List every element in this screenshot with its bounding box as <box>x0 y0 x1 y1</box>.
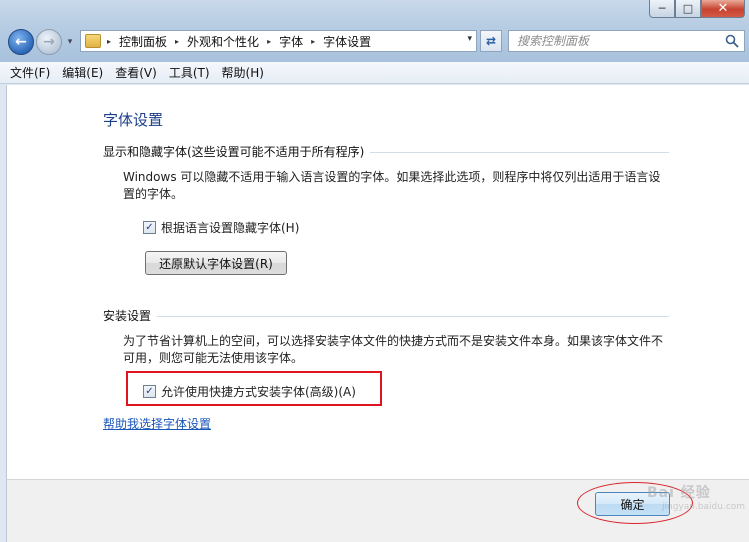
search-input[interactable] <box>517 34 717 48</box>
refresh-icon: ⇄ <box>485 34 497 48</box>
checkmark-icon: ✓ <box>145 221 154 233</box>
window-titlebar: ─ □ ✕ ← → ▾ ▸ 控制面板 ▸ 外观和个性化 ▸ 字体 ▸ 字体设置 … <box>0 0 749 62</box>
forward-button[interactable]: → <box>36 29 62 55</box>
menu-file[interactable]: 文件(F) <box>10 64 50 81</box>
section-heading-show-hide: 显示和隐藏字体(这些设置可能不适用于所有程序) <box>103 143 669 160</box>
section-description-show-hide: Windows 可以隐藏不适用于输入语言设置的字体。如果选择此选项，则程序中将仅… <box>123 170 661 201</box>
address-dropdown-icon[interactable]: ▾ <box>467 34 472 44</box>
help-choose-font-settings-link[interactable]: 帮助我选择字体设置 <box>103 415 211 432</box>
hide-fonts-label: 根据语言设置隐藏字体(H) <box>161 221 300 235</box>
section-divider <box>157 316 669 317</box>
hide-fonts-checkbox-row[interactable]: ✓ 根据语言设置隐藏字体(H) <box>143 219 299 236</box>
watermark-logo: Bai 经验 <box>647 485 711 501</box>
checkmark-icon: ✓ <box>145 385 154 397</box>
chevron-down-icon: ▾ <box>67 37 73 47</box>
search-box[interactable] <box>508 30 745 52</box>
shortcut-install-label: 允许使用快捷方式安装字体(高级)(A) <box>161 385 356 399</box>
breadcrumb-font-settings[interactable]: 字体设置 <box>323 33 371 50</box>
restore-default-fonts-button[interactable]: 还原默认字体设置(R) <box>145 251 287 275</box>
search-icon[interactable] <box>725 34 739 48</box>
control-panel-folder-icon <box>85 34 101 48</box>
menu-tools[interactable]: 工具(T) <box>169 64 210 81</box>
dialog-footer: 确定 Bai 经验 jingyan.baidu.com <box>6 479 749 542</box>
section-heading-install: 安装设置 <box>103 307 669 324</box>
shortcut-install-checkbox[interactable]: ✓ <box>143 385 156 398</box>
menu-help[interactable]: 帮助(H) <box>222 64 264 81</box>
arrow-right-icon: → <box>43 34 55 50</box>
close-button[interactable]: ✕ <box>701 0 745 18</box>
menu-edit[interactable]: 编辑(E) <box>62 64 103 81</box>
breadcrumb-separator-icon[interactable]: ▸ <box>267 37 271 46</box>
breadcrumb-separator-icon[interactable]: ▸ <box>175 37 179 46</box>
recent-pages-dropdown[interactable]: ▾ <box>64 37 76 47</box>
navigation-buttons: ← → ▾ <box>8 28 76 56</box>
arrow-left-icon: ← <box>15 34 27 50</box>
maximize-button[interactable]: □ <box>675 0 701 18</box>
back-button[interactable]: ← <box>8 29 34 55</box>
window-controls: ─ □ ✕ <box>649 0 745 18</box>
address-bar[interactable]: ▸ 控制面板 ▸ 外观和个性化 ▸ 字体 ▸ 字体设置 ▾ <box>80 30 477 52</box>
close-icon: ✕ <box>717 1 729 16</box>
content-pane: 字体设置 显示和隐藏字体(这些设置可能不适用于所有程序) Windows 可以隐… <box>6 85 749 479</box>
menu-view[interactable]: 查看(V) <box>115 64 157 81</box>
refresh-button[interactable]: ⇄ <box>480 30 502 52</box>
breadcrumb-appearance[interactable]: 外观和个性化 <box>187 33 259 50</box>
watermark-url: jingyan.baidu.com <box>662 502 746 512</box>
section-divider <box>370 152 669 153</box>
breadcrumb-fonts[interactable]: 字体 <box>279 33 303 50</box>
breadcrumb-separator-icon[interactable]: ▸ <box>107 37 111 46</box>
minimize-icon: ─ <box>658 2 666 15</box>
section-description-install: 为了节省计算机上的空间，可以选择安装字体文件的快捷方式而不是安装文件本身。如果该… <box>123 334 664 365</box>
maximize-icon: □ <box>682 2 694 15</box>
breadcrumb-control-panel[interactable]: 控制面板 <box>119 33 167 50</box>
hide-fonts-checkbox[interactable]: ✓ <box>143 221 156 234</box>
breadcrumb-separator-icon[interactable]: ▸ <box>311 37 315 46</box>
minimize-button[interactable]: ─ <box>649 0 675 18</box>
page-title: 字体设置 <box>103 111 164 129</box>
menu-bar: 文件(F) 编辑(E) 查看(V) 工具(T) 帮助(H) <box>0 62 749 84</box>
shortcut-install-checkbox-row[interactable]: ✓ 允许使用快捷方式安装字体(高级)(A) <box>143 383 356 400</box>
